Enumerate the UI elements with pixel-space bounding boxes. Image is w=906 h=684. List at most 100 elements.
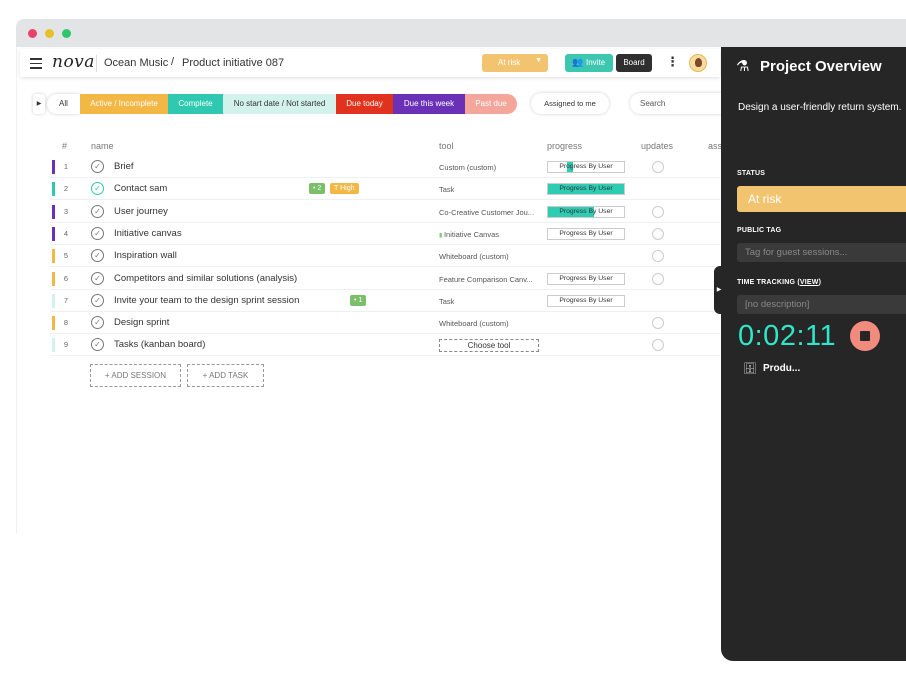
row-tool[interactable]: Task: [439, 297, 454, 306]
filter-chip[interactable]: Complete: [168, 94, 223, 114]
progress-bar[interactable]: Progress By User: [547, 294, 625, 307]
row-tool[interactable]: Feature Comparison Canv...: [439, 275, 533, 284]
filter-chip[interactable]: Active / Incomplete: [80, 94, 168, 114]
project-description[interactable]: Design a user-friendly return system.: [738, 102, 901, 113]
updates-indicator[interactable]: [652, 272, 664, 285]
row-name[interactable]: Contact sam: [114, 183, 167, 194]
column-header-tool[interactable]: tool: [439, 141, 454, 151]
progress-bar[interactable]: Progress By User: [547, 227, 625, 240]
row-name[interactable]: Design sprint: [114, 317, 169, 328]
column-header-name[interactable]: name: [91, 141, 114, 151]
breadcrumb-project[interactable]: Ocean Music: [104, 57, 168, 69]
row-tool[interactable]: Whiteboard (custom): [439, 252, 509, 261]
complete-check-icon[interactable]: ✓: [91, 293, 104, 307]
row-name[interactable]: Tasks (kanban board): [114, 339, 205, 350]
table-row[interactable]: 2 ✓ Contact sam • 2 T High Task Progress By Us…: [50, 178, 720, 201]
panel-title: Project Overview: [760, 58, 882, 75]
user-avatar[interactable]: [689, 54, 707, 72]
time-description-input[interactable]: [no description]: [737, 295, 906, 314]
row-name[interactable]: Invite your team to the design sprint se…: [114, 295, 299, 306]
progress-bar[interactable]: Progress By User: [547, 272, 625, 285]
status-select[interactable]: At risk: [737, 186, 906, 212]
board-button[interactable]: Board: [616, 54, 652, 72]
complete-check-icon[interactable]: ✓: [91, 204, 104, 218]
row-tool[interactable]: Co-Creative Customer Jou...: [439, 208, 534, 217]
maximize-dot[interactable]: [62, 29, 71, 38]
row-status-bar: [52, 316, 55, 331]
row-status-bar: [52, 160, 55, 174]
row-number: 6: [63, 273, 69, 283]
add-task-button[interactable]: + ADD TASK: [187, 364, 264, 387]
complete-check-icon[interactable]: ✓: [91, 160, 104, 173]
tracked-project-name[interactable]: Produ...: [763, 363, 800, 374]
public-tag-input[interactable]: Tag for guest sessions...: [737, 243, 906, 262]
complete-check-icon[interactable]: ✓: [91, 338, 104, 352]
filter-chip[interactable]: All: [47, 94, 80, 114]
search-input[interactable]: Search: [630, 93, 722, 114]
stop-icon: [860, 331, 870, 341]
add-session-button[interactable]: + ADD SESSION: [90, 364, 181, 387]
filter-chip[interactable]: No start date / Not started: [223, 94, 336, 114]
updates-indicator[interactable]: [652, 250, 664, 263]
row-tool[interactable]: ▮ Initiative Canvas: [439, 230, 499, 239]
time-tracking-view-link[interactable]: VIEW: [800, 279, 819, 286]
chevron-right-icon[interactable]: ▶: [33, 94, 45, 114]
complete-check-icon[interactable]: ✓: [91, 249, 104, 263]
updates-indicator[interactable]: [652, 339, 664, 352]
row-status-bar: [52, 271, 55, 286]
table-row[interactable]: 8 ✓ Design sprint Whiteboard (custom): [50, 312, 720, 335]
progress-bar[interactable]: Progress By User: [547, 183, 625, 196]
app-header: nova Ocean Music / Product initiative 08…: [20, 49, 720, 77]
progress-label: Progress By User: [559, 207, 613, 215]
table-row[interactable]: 5 ✓ Inspiration wall Whiteboard (custom): [50, 245, 720, 268]
row-name[interactable]: Brief: [114, 161, 134, 172]
minimize-dot[interactable]: [45, 29, 54, 38]
assigned-to-me-button[interactable]: Assigned to me: [531, 93, 609, 114]
progress-bar[interactable]: Progress By User: [547, 161, 625, 173]
stop-timer-button[interactable]: [850, 321, 880, 351]
table-row[interactable]: 1 ✓ Brief Custom (custom) Progress By User: [50, 156, 720, 178]
menu-icon[interactable]: [30, 58, 42, 69]
invite-button[interactable]: 👥 Invite: [565, 54, 613, 72]
row-name[interactable]: Inspiration wall: [114, 250, 177, 261]
priority-badge[interactable]: T High: [330, 183, 359, 195]
filter-chip[interactable]: Due this week: [393, 94, 465, 114]
table-row[interactable]: 4 ✓ Initiative canvas ▮ Initiative Canvas Pr…: [50, 223, 720, 245]
choose-tool-button[interactable]: Choose tool: [439, 339, 539, 352]
row-tool[interactable]: Whiteboard (custom): [439, 319, 509, 328]
row-name[interactable]: User journey: [114, 206, 168, 217]
app-logo[interactable]: nova: [52, 52, 95, 72]
more-vertical-icon[interactable]: ⋮: [666, 54, 679, 70]
table-row[interactable]: 3 ✓ User journey Co-Creative Customer Jou..…: [50, 201, 720, 223]
filter-chip[interactable]: Past due: [465, 94, 517, 114]
subtask-count-badge[interactable]: • 2: [309, 183, 326, 195]
complete-check-icon[interactable]: ✓: [91, 182, 104, 196]
complete-check-icon[interactable]: ✓: [91, 226, 104, 240]
updates-indicator[interactable]: [652, 227, 664, 240]
updates-indicator[interactable]: [652, 205, 664, 218]
close-dot[interactable]: [28, 29, 37, 38]
priority-label: High: [340, 185, 355, 193]
filter-chip[interactable]: Due today: [336, 94, 393, 114]
status-dropdown[interactable]: At risk ▼: [482, 54, 548, 72]
table-row[interactable]: 9 ✓ Tasks (kanban board): [50, 334, 720, 357]
updates-indicator[interactable]: [652, 161, 664, 173]
row-status-bar: [52, 338, 55, 353]
table-row[interactable]: 7 ✓ Invite your team to the design sprint …: [50, 290, 720, 312]
row-name[interactable]: Competitors and similar solutions (analy…: [114, 273, 297, 284]
row-tool[interactable]: Custom (custom): [439, 163, 496, 172]
row-tool-label: Whiteboard (custom): [439, 319, 509, 329]
progress-bar[interactable]: Progress By User: [547, 205, 625, 218]
column-header-assignee[interactable]: ass: [708, 141, 722, 151]
complete-check-icon[interactable]: ✓: [91, 271, 104, 285]
table-row[interactable]: 6 ✓ Competitors and similar solutions (ana…: [50, 268, 720, 290]
subtask-count-badge[interactable]: • 1: [350, 294, 367, 306]
updates-indicator[interactable]: [652, 317, 664, 330]
row-tool[interactable]: Task: [439, 185, 454, 194]
panel-collapse-handle[interactable]: ▶: [714, 266, 724, 314]
complete-check-icon[interactable]: ✓: [91, 316, 104, 330]
progress-label: Progress By User: [559, 229, 613, 237]
column-header-updates[interactable]: updates: [641, 141, 673, 151]
row-name[interactable]: Initiative canvas: [114, 228, 182, 239]
column-header-progress[interactable]: progress: [547, 141, 582, 151]
